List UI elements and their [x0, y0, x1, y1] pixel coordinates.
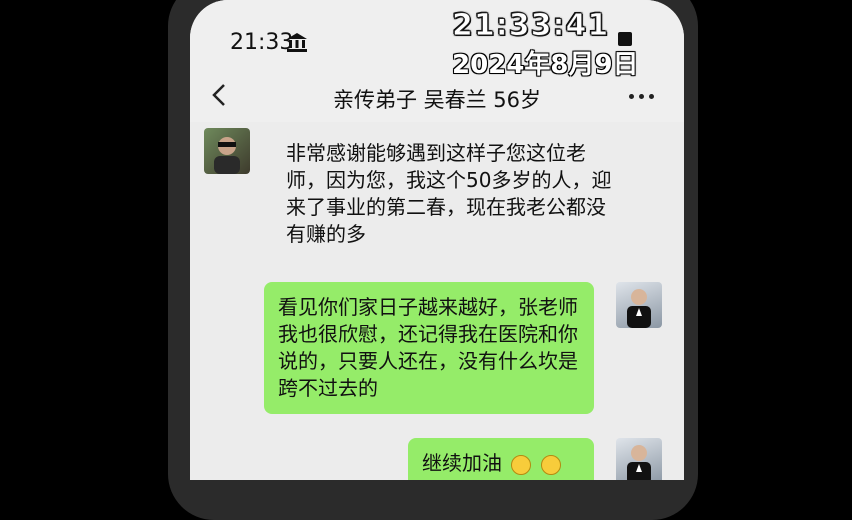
contact-avatar[interactable] [204, 128, 250, 174]
message-text: 继续加油 [422, 451, 502, 475]
status-time: 21:33 [230, 30, 294, 55]
outgoing-message-bubble: 看见你们家日子越来越好，张老师我也很欣慰，还记得我在医院和你说的，只要人还在，没… [264, 282, 594, 414]
outgoing-message-bubble: 继续加油 [408, 438, 594, 480]
bank-icon [287, 33, 307, 52]
smile-emoji-icon [511, 454, 532, 475]
video-timestamp-date: 2024年8月9日 [452, 50, 639, 80]
my-avatar[interactable] [616, 438, 662, 480]
chat-title: 亲传弟子 吴春兰 56岁 [332, 88, 542, 112]
my-avatar[interactable] [616, 282, 662, 328]
incoming-message: 非常感谢能够遇到这样子您这位老师，因为您，我这个50多岁的人，迎来了事业的第二春… [286, 141, 612, 246]
more-icon[interactable] [629, 94, 654, 99]
smile-emoji-icon [540, 454, 561, 475]
video-timestamp-time: 21:33:41 [451, 8, 610, 44]
